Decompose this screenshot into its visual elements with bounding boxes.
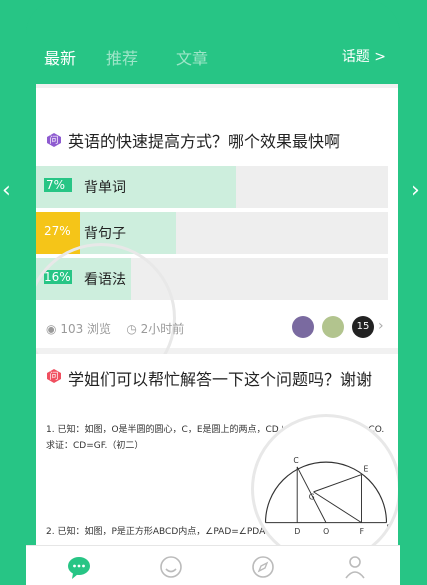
chevron-left-icon[interactable]: ‹ xyxy=(2,178,16,204)
svg-text:问: 问 xyxy=(49,134,58,146)
poll-option[interactable]: 27% 背句子 xyxy=(36,212,388,254)
chat-icon[interactable] xyxy=(66,554,92,580)
question-title: 学姐们可以帮忙解答一下这个问题吗？谢谢 xyxy=(68,370,373,389)
poll-percent: 7% xyxy=(44,178,72,192)
avatar-count[interactable]: 15 xyxy=(352,316,374,338)
feed: 问 英语的快速提高方式？哪个效果最快啊 7% 背单词 27% 背句子 16% 看… xyxy=(36,84,398,585)
person-icon[interactable] xyxy=(342,554,368,580)
view-count: 103 浏览 xyxy=(60,322,112,336)
poll-option-label: 看语法 xyxy=(84,272,126,288)
question-badge-icon: 问 xyxy=(47,133,61,147)
diagram-label: D xyxy=(294,527,300,536)
diagram-label: F xyxy=(360,527,364,536)
tab-latest[interactable]: 最新 xyxy=(44,45,76,69)
poll-option[interactable]: 16% 看语法 xyxy=(36,258,388,300)
poll-percent: 27% xyxy=(44,224,71,238)
chevron-right-icon[interactable]: › xyxy=(411,178,425,204)
compass-icon[interactable] xyxy=(250,554,276,580)
diagram-label: E xyxy=(363,465,368,474)
diagram-label: C xyxy=(293,456,298,465)
bottom-nav xyxy=(26,545,400,585)
topics-link[interactable]: 话题 > xyxy=(342,46,386,66)
avatar-count-text: 15 xyxy=(356,321,370,332)
poll-option[interactable]: 7% 背单词 xyxy=(36,166,388,208)
tab-recommended[interactable]: 推荐 xyxy=(106,45,138,69)
clock-icon: ◷ xyxy=(126,322,137,336)
post-time: 2小时前 xyxy=(140,322,185,336)
smile-icon[interactable] xyxy=(158,554,184,580)
avatar[interactable] xyxy=(322,316,344,338)
question-meta: ◉ 103 浏览 ◷ 2小时前 xyxy=(46,320,184,337)
question-title: 英语的快速提高方式？哪个效果最快啊 xyxy=(68,132,341,151)
diagram-label: G xyxy=(309,493,315,502)
svg-text:问: 问 xyxy=(49,370,58,382)
poll-option-label: 背单词 xyxy=(84,180,126,196)
question-card[interactable]: 问 英语的快速提高方式？哪个效果最快啊 7% 背单词 27% 背句子 16% 看… xyxy=(36,88,398,393)
question-badge-icon: 问 xyxy=(47,369,61,383)
avatar[interactable] xyxy=(292,316,314,338)
geometry-diagram: C E A D O F B G xyxy=(251,414,398,564)
top-tabs: 最新 推荐 文章 话题 > xyxy=(26,0,400,84)
poll-percent: 16% xyxy=(44,270,72,284)
tab-articles[interactable]: 文章 xyxy=(176,45,208,69)
avatar-group[interactable]: 15 › xyxy=(292,316,388,340)
diagram-label: O xyxy=(323,527,329,536)
document-line: 2. 已知：如图，P是正方形ABCD内点，∠PAD=∠PDA=15°. xyxy=(46,527,292,537)
document-line: 求证：CD=GF.（初二） xyxy=(46,441,144,451)
chevron-right-icon[interactable]: › xyxy=(378,318,384,334)
phone-frame: 最新 推荐 文章 话题 > 问 英语的快速提高方式？哪个效果最快啊 7% 背单词… xyxy=(26,0,400,585)
poll-option-label: 背句子 xyxy=(84,226,126,242)
eye-icon: ◉ xyxy=(46,322,57,336)
